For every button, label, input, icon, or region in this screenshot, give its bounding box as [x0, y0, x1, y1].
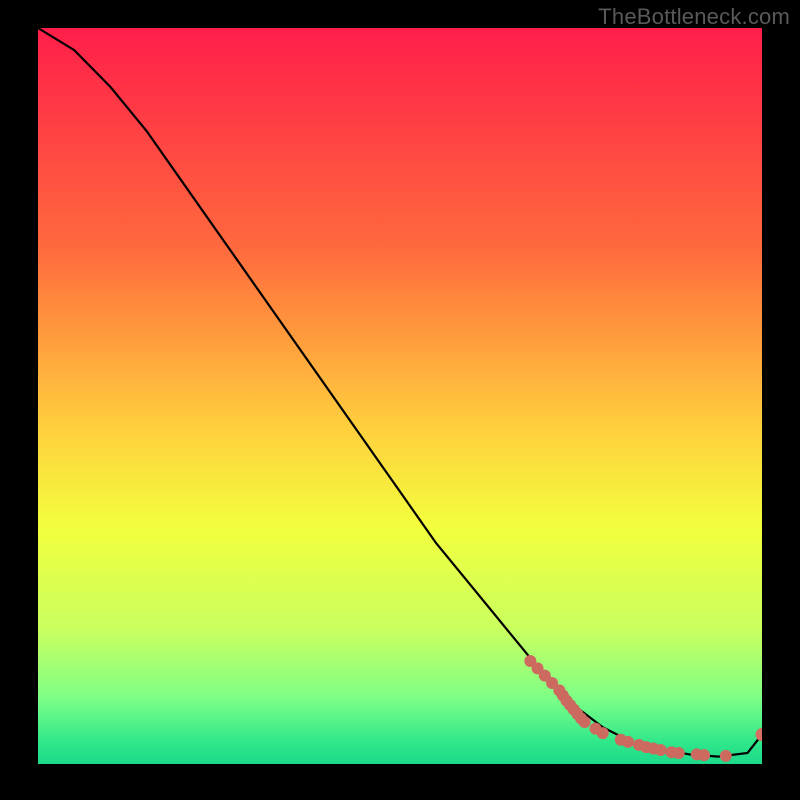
bottleneck-curve [38, 28, 762, 757]
scatter-dot [579, 716, 591, 728]
chart-stage: TheBottleneck.com [0, 0, 800, 800]
watermark-text: TheBottleneck.com [598, 4, 790, 30]
scatter-dot [655, 744, 667, 756]
scatter-dot [756, 728, 763, 741]
scatter-dot [622, 736, 634, 748]
scatter-dot [597, 727, 609, 739]
scatter-dot [720, 750, 732, 762]
scatter-dot [673, 747, 685, 759]
scatter-group [524, 655, 762, 762]
scatter-dot [698, 749, 710, 761]
curve-svg [38, 28, 762, 764]
plot-area [38, 28, 762, 764]
